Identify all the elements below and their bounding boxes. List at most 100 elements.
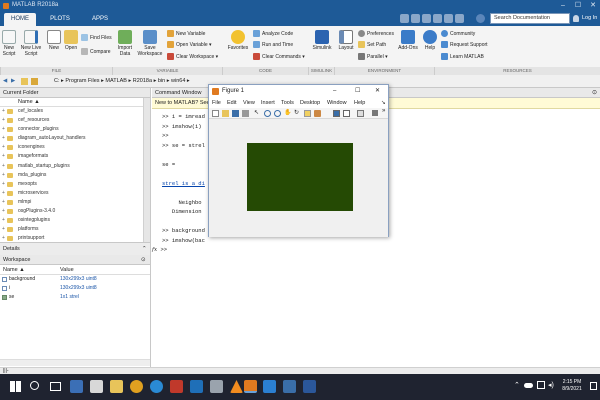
figure-menu-dock-icon[interactable]: ↘ bbox=[381, 98, 386, 108]
list-item[interactable]: iconengines bbox=[0, 143, 150, 152]
network-icon[interactable] bbox=[537, 381, 545, 389]
set-path-button[interactable]: Set Path bbox=[358, 41, 386, 49]
parallel-button[interactable]: Parallel ▾ bbox=[358, 53, 388, 61]
open-file-icon[interactable] bbox=[222, 110, 229, 117]
forward-arrow-icon[interactable]: ▶ bbox=[11, 75, 15, 88]
word-icon[interactable] bbox=[303, 380, 316, 393]
list-item[interactable]: platforms bbox=[0, 225, 150, 234]
lock-app-icon[interactable] bbox=[90, 380, 103, 393]
chrome-icon[interactable] bbox=[130, 380, 143, 393]
list-item[interactable]: cef_locales bbox=[0, 107, 150, 116]
list-item[interactable]: cef_resources bbox=[0, 116, 150, 125]
table-row[interactable]: se 1x1 strel bbox=[0, 293, 150, 302]
edge-icon[interactable] bbox=[150, 380, 163, 393]
toolbar-overflow-icon[interactable]: » bbox=[382, 108, 385, 114]
column-value[interactable]: Value bbox=[60, 265, 74, 275]
windows-start-icon[interactable] bbox=[10, 381, 21, 392]
workspace-horizontal-scrollbar[interactable] bbox=[0, 359, 150, 366]
run-and-time-button[interactable]: Run and Time bbox=[253, 41, 293, 49]
list-item[interactable]: mexopts bbox=[0, 180, 150, 189]
column-name[interactable]: Name ▲ bbox=[3, 265, 25, 275]
clear-commands-button[interactable]: Clear Commands ▾ bbox=[253, 53, 305, 61]
open-variable-button[interactable]: Open Variable ▾ bbox=[167, 41, 212, 49]
current-path[interactable]: C: ▸ Program Files ▸ MATLAB ▸ R2018a ▸ b… bbox=[54, 75, 190, 88]
colorbar-icon[interactable] bbox=[333, 110, 340, 117]
table-row[interactable]: background 130x299x3 uint8 bbox=[0, 275, 150, 284]
rotate-icon[interactable]: ↻ bbox=[294, 109, 299, 116]
tab-apps[interactable]: APPS bbox=[84, 13, 116, 26]
browse-folder-icon[interactable] bbox=[31, 78, 38, 85]
menu-file[interactable]: File bbox=[212, 98, 221, 108]
vscode-icon[interactable] bbox=[263, 380, 276, 393]
preferences-button[interactable]: Preferences bbox=[358, 30, 394, 38]
list-item[interactable]: matlab_startup_plugins bbox=[0, 162, 150, 171]
new-script-button[interactable]: New Script bbox=[1, 30, 17, 57]
help-button[interactable]: Help bbox=[422, 30, 438, 51]
pan-icon[interactable]: ✋ bbox=[284, 109, 291, 116]
file-explorer-icon[interactable] bbox=[110, 380, 123, 393]
paste-icon[interactable] bbox=[433, 14, 442, 23]
close-icon[interactable]: ✕ bbox=[586, 0, 600, 11]
task-view-icon[interactable] bbox=[50, 382, 61, 391]
command-window-actions-icon[interactable]: ⊙ bbox=[592, 88, 597, 98]
panel-actions-icon[interactable]: ⊙ bbox=[141, 255, 146, 265]
menu-help[interactable]: Help bbox=[354, 98, 365, 108]
chevron-up-icon[interactable]: ⌃ bbox=[514, 381, 520, 389]
list-item[interactable]: diagram_autoLayout_handlers bbox=[0, 134, 150, 143]
new-variable-button[interactable]: New Variable bbox=[167, 30, 205, 38]
list-item[interactable]: microservices bbox=[0, 189, 150, 198]
list-item[interactable]: imageformats bbox=[0, 152, 150, 161]
mail-icon[interactable] bbox=[190, 380, 203, 393]
tab-plots[interactable]: PLOTS bbox=[44, 13, 76, 26]
request-support-link[interactable]: Request Support bbox=[441, 41, 488, 49]
add-ons-button[interactable]: Add-Ons bbox=[398, 30, 418, 51]
list-item[interactable]: osintegplugins bbox=[0, 216, 150, 225]
settings-app-icon[interactable] bbox=[210, 380, 223, 393]
print-icon[interactable] bbox=[242, 110, 249, 117]
save-icon[interactable] bbox=[400, 14, 409, 23]
maximize-icon[interactable]: ☐ bbox=[571, 0, 585, 11]
copy-icon[interactable] bbox=[422, 14, 431, 23]
save-figure-icon[interactable] bbox=[232, 110, 239, 117]
up-folder-icon[interactable] bbox=[21, 78, 28, 85]
new-live-script-button[interactable]: New Live Script bbox=[20, 30, 42, 57]
layout-button[interactable]: Layout bbox=[336, 30, 356, 51]
table-row[interactable]: i 130x299x3 uint8 bbox=[0, 284, 150, 293]
menu-insert[interactable]: Insert bbox=[261, 98, 275, 108]
details-bar[interactable]: Details ⌃ bbox=[0, 242, 151, 255]
save-workspace-button[interactable]: Save Workspace bbox=[137, 30, 163, 57]
expand-icon[interactable]: ⌃ bbox=[142, 243, 147, 255]
hide-plot-tools-icon[interactable] bbox=[357, 110, 364, 117]
new-button[interactable]: New bbox=[47, 30, 61, 51]
list-item[interactable]: mda_plugins bbox=[0, 171, 150, 180]
menu-desktop[interactable]: Desktop bbox=[300, 98, 320, 108]
help-icon[interactable] bbox=[476, 14, 485, 23]
notifications-icon[interactable] bbox=[590, 382, 597, 390]
import-data-button[interactable]: Import Data bbox=[116, 30, 134, 57]
menu-tools[interactable]: Tools bbox=[281, 98, 294, 108]
zoom-out-icon[interactable] bbox=[274, 110, 281, 117]
data-cursor-icon[interactable] bbox=[304, 110, 311, 117]
compare-button[interactable]: Compare bbox=[81, 48, 111, 56]
login-link[interactable]: Log In bbox=[582, 14, 597, 23]
figure-minimize-icon[interactable]: – bbox=[333, 85, 336, 98]
command-prompt[interactable]: fx >> bbox=[152, 245, 590, 256]
find-files-button[interactable]: Find Files bbox=[81, 34, 112, 42]
menu-edit[interactable]: Edit bbox=[227, 98, 236, 108]
search-documentation-input[interactable]: Search Documentation bbox=[490, 13, 570, 24]
community-link[interactable]: Community bbox=[441, 30, 475, 38]
list-item[interactable]: connector_plugins bbox=[0, 125, 150, 134]
zoom-in-icon[interactable] bbox=[264, 110, 271, 117]
menu-view[interactable]: View bbox=[243, 98, 255, 108]
search-icon[interactable] bbox=[30, 381, 39, 390]
fx-icon[interactable]: fx bbox=[152, 247, 157, 253]
tiles-app-icon[interactable] bbox=[283, 380, 296, 393]
matlab-taskbar-icon[interactable] bbox=[244, 380, 257, 393]
tab-home[interactable]: HOME bbox=[4, 13, 36, 26]
bell-icon[interactable] bbox=[573, 15, 579, 22]
favorites-button[interactable]: Favorites bbox=[226, 30, 250, 51]
analyze-code-button[interactable]: Analyze Code bbox=[253, 30, 293, 38]
figure-close-icon[interactable]: ✕ bbox=[375, 85, 380, 98]
volume-icon[interactable]: ◂) bbox=[548, 381, 554, 389]
vlc-icon[interactable] bbox=[230, 380, 243, 393]
